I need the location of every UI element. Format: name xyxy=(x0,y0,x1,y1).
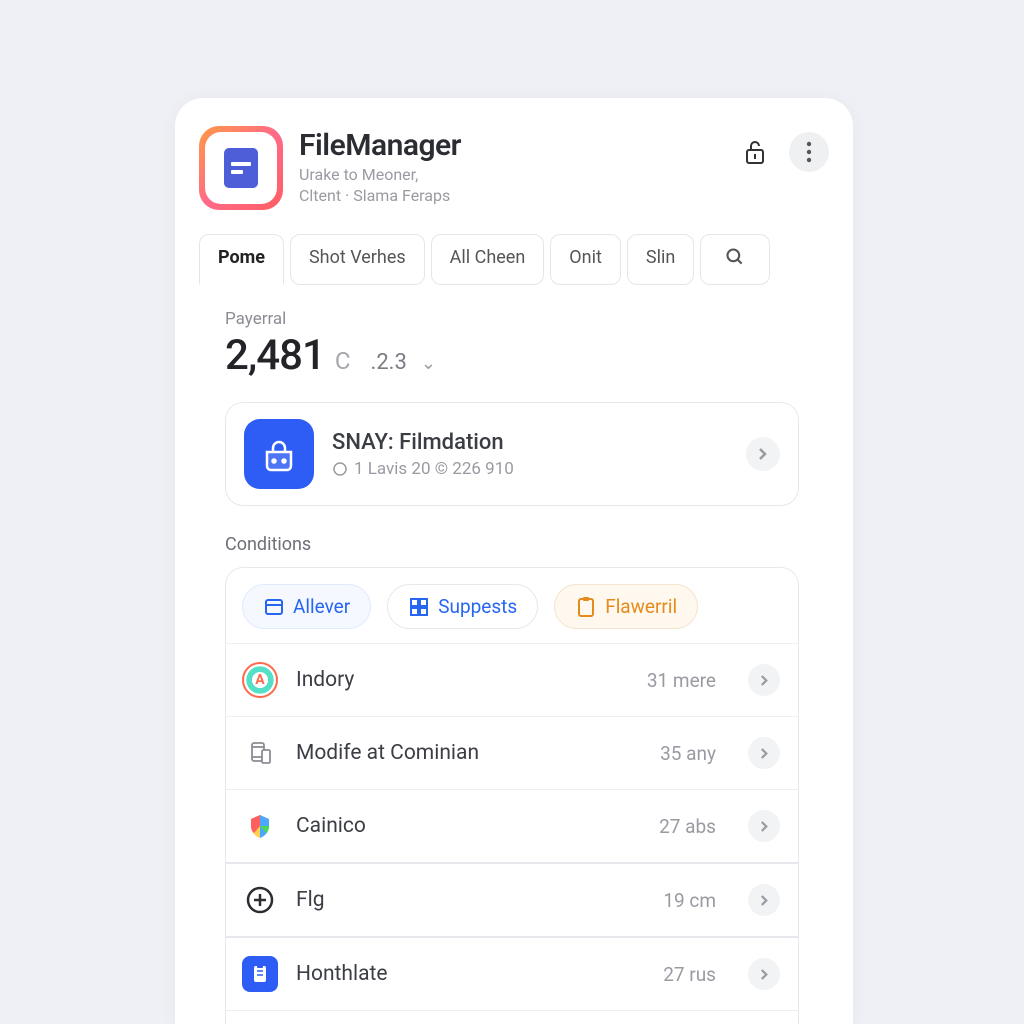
metric-value: 2,481 xyxy=(225,331,325,380)
chip-row: Allever Suppests Flawerril xyxy=(226,568,798,643)
app-subtitle-2: Cltent · Slama Feraps xyxy=(299,186,719,205)
lock-icon[interactable] xyxy=(735,132,775,172)
chevron-right-icon xyxy=(748,664,780,696)
lock-bag-icon xyxy=(244,419,314,489)
metric-row: 2,481 C .2.3 ⌄ xyxy=(225,331,829,380)
chevron-right-icon xyxy=(748,737,780,769)
tab-pome[interactable]: Pome xyxy=(199,234,284,285)
list-item[interactable]: A Indory 31 mere xyxy=(226,643,798,716)
metric-delta: .2.3 xyxy=(371,350,407,375)
grid-icon xyxy=(408,596,430,618)
more-menu-button[interactable] xyxy=(789,132,829,172)
list-item[interactable]: Honthlate 27 rus xyxy=(226,936,798,1010)
shield-icon xyxy=(242,808,278,844)
app-header: FileManager Urake to Meoner, Cltent · Sl… xyxy=(175,98,853,228)
chevron-right-icon xyxy=(746,437,780,471)
list-item-meta: 35 any xyxy=(660,742,716,765)
list-item-name: Flg xyxy=(296,888,645,912)
chip-allever[interactable]: Allever xyxy=(242,584,371,629)
content-area: Payerral 2,481 C .2.3 ⌄ SNAY: Filmdation… xyxy=(175,285,853,1024)
list-item[interactable]: Flg 19 cm xyxy=(226,862,798,936)
list-item-name: Indory xyxy=(296,668,629,692)
metric-unit: C xyxy=(335,347,351,375)
clipboard-icon xyxy=(575,596,597,618)
search-tab[interactable] xyxy=(700,234,770,285)
tab-onit[interactable]: Onit xyxy=(550,234,621,285)
chip-label: Suppests xyxy=(438,595,517,618)
list-item[interactable]: Modife at Cominian 35 any xyxy=(226,716,798,789)
list-item[interactable]: Cainico 27 abs xyxy=(226,789,798,862)
chevron-down-icon[interactable]: ⌄ xyxy=(421,353,436,374)
device-icon xyxy=(242,735,278,771)
app-title: FileManager xyxy=(299,128,719,163)
list-item-meta: 19 cm xyxy=(663,889,716,912)
chip-label: Flawerril xyxy=(605,595,677,618)
chip-label: Allever xyxy=(293,595,350,618)
list-item[interactable]: f Slurft Trawel 14 mals xyxy=(226,1010,798,1024)
clipboard-blue-icon xyxy=(242,956,278,992)
chevron-right-icon xyxy=(748,958,780,990)
featured-meta-text: 1 Lavis 20 © 226 910 xyxy=(354,459,514,479)
chevron-right-icon xyxy=(748,810,780,842)
tab-slin[interactable]: Slin xyxy=(627,234,694,285)
list-item-meta: 31 mere xyxy=(647,669,716,692)
plus-circle-icon xyxy=(242,882,278,918)
search-icon xyxy=(725,247,745,267)
tab-shot-verhes[interactable]: Shot Verhes xyxy=(290,234,425,285)
tab-all-cheen[interactable]: All Cheen xyxy=(431,234,545,285)
featured-meta: 1 Lavis 20 © 226 910 xyxy=(332,459,728,479)
app-icon xyxy=(199,126,283,210)
list-item-name: Cainico xyxy=(296,814,641,838)
circle-a-icon: A xyxy=(242,662,278,698)
featured-title: SNAY: Filmdation xyxy=(332,430,728,455)
info-icon xyxy=(332,461,348,477)
window-icon xyxy=(263,596,285,618)
list-item-name: Honthlate xyxy=(296,962,645,986)
tab-bar: Pome Shot Verhes All Cheen Onit Slin xyxy=(175,228,853,285)
chevron-right-icon xyxy=(748,884,780,916)
list-item-meta: 27 abs xyxy=(659,815,716,838)
chip-suppests[interactable]: Suppests xyxy=(387,584,538,629)
metric-label: Payerral xyxy=(225,309,829,329)
list-item-meta: 27 rus xyxy=(663,963,716,986)
list-item-name: Modife at Cominian xyxy=(296,741,642,765)
app-subtitle-1: Urake to Meoner, xyxy=(299,165,719,184)
featured-body: SNAY: Filmdation 1 Lavis 20 © 226 910 xyxy=(332,430,728,479)
app-window: FileManager Urake to Meoner, Cltent · Sl… xyxy=(175,98,853,1024)
document-icon xyxy=(224,148,258,188)
list-panel: Allever Suppests Flawerril A Indor xyxy=(225,567,799,1024)
chip-flawerril[interactable]: Flawerril xyxy=(554,584,698,629)
featured-card[interactable]: SNAY: Filmdation 1 Lavis 20 © 226 910 xyxy=(225,402,799,506)
section-title: Conditions xyxy=(225,534,829,555)
header-actions xyxy=(735,126,829,172)
header-text: FileManager Urake to Meoner, Cltent · Sl… xyxy=(299,126,719,205)
